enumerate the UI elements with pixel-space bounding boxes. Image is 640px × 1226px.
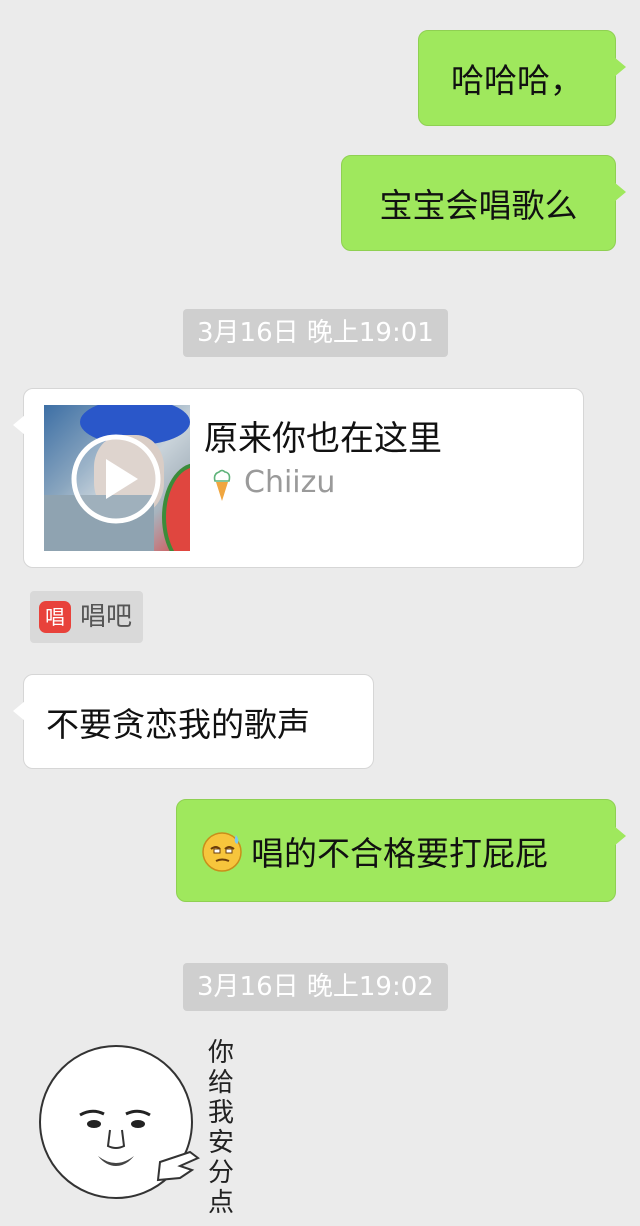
bubble-tail — [614, 826, 626, 846]
message-bubble-outgoing[interactable]: 唱的不合格要打屁屁 — [176, 799, 626, 902]
message-text: 宝宝会唱歌么 — [379, 186, 578, 225]
cover-watermelon — [162, 463, 190, 551]
message-bubble-outgoing[interactable]: 哈哈哈， — [418, 30, 626, 126]
message-bubble-outgoing[interactable]: 宝宝会唱歌么 — [341, 155, 626, 251]
sweat-smile-emoji — [202, 831, 242, 872]
bubble-tail — [614, 182, 626, 202]
meme-face-image — [39, 1045, 200, 1199]
song-artist: Chiizu — [244, 465, 336, 500]
play-icon[interactable] — [70, 433, 162, 525]
song-cover-image[interactable] — [44, 405, 190, 551]
bubble-tail — [13, 701, 25, 721]
song-title: 原来你也在这里 — [204, 419, 442, 459]
message-text: 唱的不合格要打屁屁 — [251, 833, 548, 873]
ice-cream-icon — [213, 469, 231, 501]
message-text: 哈哈哈， — [451, 61, 583, 100]
message-bubble-incoming[interactable]: 不要贪恋我的歌声 — [13, 674, 374, 769]
sticker-caption: 你给我安分点 — [207, 1038, 234, 1218]
message-text: 不要贪恋我的歌声 — [46, 704, 310, 744]
source-app-name: 唱吧 — [80, 602, 133, 632]
timestamp: 3月16日 晚上19:02 — [183, 963, 448, 1011]
bubble-tail — [614, 57, 626, 77]
bubble-tail — [13, 415, 25, 435]
changba-app-icon: 唱 — [39, 601, 71, 633]
timestamp: 3月16日 晚上19:01 — [183, 309, 448, 357]
meme-sticker[interactable]: 你给我安分点 — [30, 1030, 250, 1218]
source-app-tag[interactable]: 唱 唱吧 — [30, 591, 143, 643]
music-share-card[interactable]: 原来你也在这里 Chiizu — [13, 388, 584, 568]
